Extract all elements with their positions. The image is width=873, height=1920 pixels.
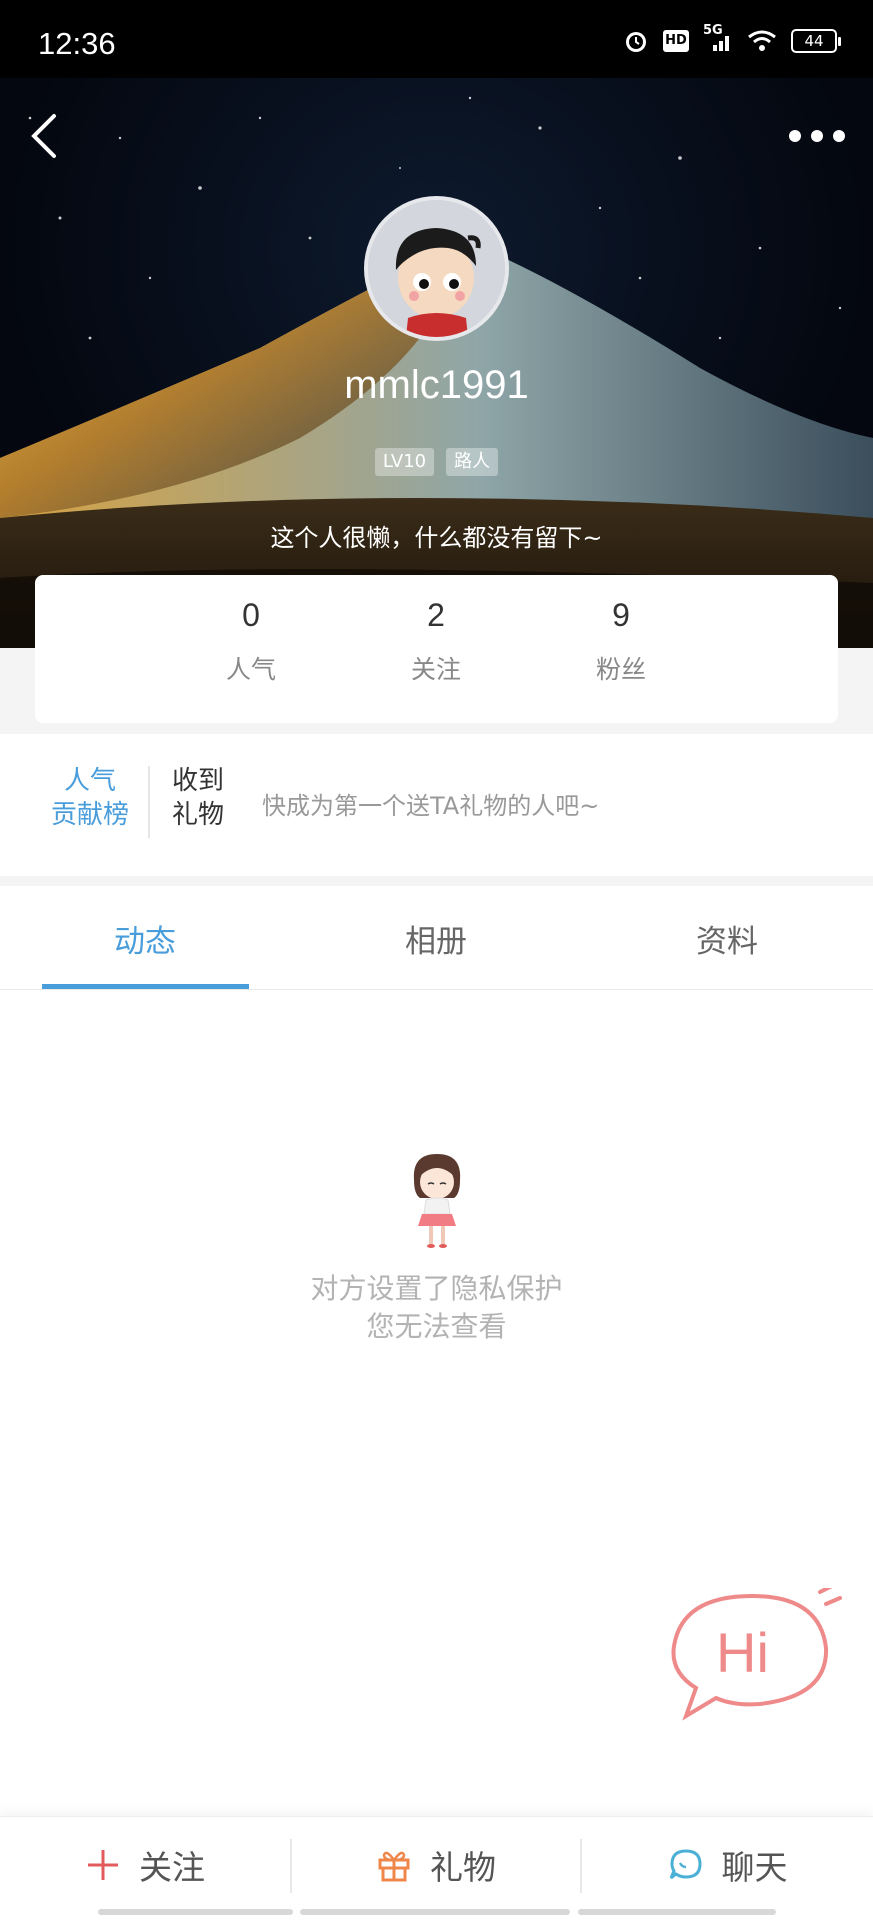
privacy-girl-illustration [413, 1154, 461, 1248]
gift-section: 人气 贡献榜 收到 礼物 快成为第一个送TA礼物的人吧~ [0, 734, 873, 876]
tab-posts[interactable]: 动态 [45, 916, 245, 961]
profile-tabs: 动态 相册 资料 [0, 886, 873, 990]
stat-value: 2 [427, 597, 445, 633]
more-options-button[interactable] [789, 124, 845, 148]
follow-button[interactable]: 关注 [0, 1817, 290, 1913]
follow-label: 关注 [139, 1848, 205, 1887]
status-icons: HD 5G 44 [623, 23, 841, 54]
more-dots-icon [789, 130, 801, 142]
active-tab-indicator [42, 984, 249, 989]
stat-value: 0 [242, 597, 260, 633]
tab-album[interactable]: 相册 [336, 916, 536, 961]
stat-value: 9 [612, 597, 630, 633]
user-bio: 这个人很懒，什么都没有留下~ [270, 524, 603, 552]
stat-followers[interactable]: 9 粉丝 [551, 597, 691, 686]
hd-icon: HD [663, 30, 689, 52]
plus-icon [88, 1850, 118, 1880]
chevron-left-icon [31, 114, 56, 158]
privacy-message: 对方设置了隐私保护 您无法查看 [0, 1270, 873, 1346]
stat-label: 关注 [410, 655, 461, 684]
section-separator [0, 876, 873, 886]
avatar-cartoon-boy [368, 200, 505, 337]
hi-speech-bubble-icon: Hi [671, 1584, 842, 1721]
hi-label: Hi [716, 1621, 769, 1684]
stats-card: 0 人气 2 关注 9 粉丝 [35, 575, 838, 723]
status-bar: 12:36 HD 5G 44 [0, 0, 873, 78]
say-hi-button[interactable]: Hi [664, 1584, 844, 1728]
gift-empty-hint: 快成为第一个送TA礼物的人吧~ [262, 792, 600, 820]
send-gift-button[interactable]: 礼物 [292, 1817, 580, 1913]
user-badges: LV10 路人 [0, 448, 873, 476]
wifi-icon [748, 30, 776, 51]
level-badge: LV10 [374, 448, 435, 476]
rank-link-line1: 人气 [63, 766, 116, 796]
avatar[interactable] [364, 196, 509, 341]
tab-profile-info[interactable]: 资料 [627, 916, 827, 961]
alarm-icon [626, 32, 646, 52]
battery-icon: 44 [791, 29, 841, 53]
back-button[interactable] [24, 108, 74, 164]
received-gifts-title: 收到 礼物 [172, 766, 225, 830]
bottom-action-bar: 关注 礼物 聊天 [0, 1816, 873, 1920]
username: mmlc1991 [344, 363, 529, 407]
contribution-ranking-link[interactable]: 人气 贡献榜 [30, 764, 150, 832]
stat-label: 粉丝 [595, 655, 646, 684]
gift-icon [378, 1851, 410, 1882]
stat-label: 人气 [225, 655, 276, 684]
privacy-message-line2: 您无法查看 [366, 1310, 507, 1343]
divider [148, 766, 150, 838]
signal-icon: 5G [703, 23, 733, 53]
role-badge: 路人 [446, 448, 499, 476]
privacy-message-line1: 对方设置了隐私保护 [310, 1272, 563, 1305]
status-time: 12:36 [38, 26, 116, 61]
stat-following[interactable]: 2 关注 [366, 597, 506, 686]
gift-label: 礼物 [430, 1848, 496, 1887]
rank-link-line2: 贡献榜 [50, 800, 129, 830]
stat-popularity[interactable]: 0 人气 [181, 597, 321, 686]
chat-bubble-icon [669, 1849, 702, 1880]
profile-cover: mmlc1991 LV10 路人 这个人很懒，什么都没有留下~ [0, 78, 873, 648]
chat-label: 聊天 [721, 1848, 788, 1887]
chat-button[interactable]: 聊天 [582, 1817, 873, 1913]
